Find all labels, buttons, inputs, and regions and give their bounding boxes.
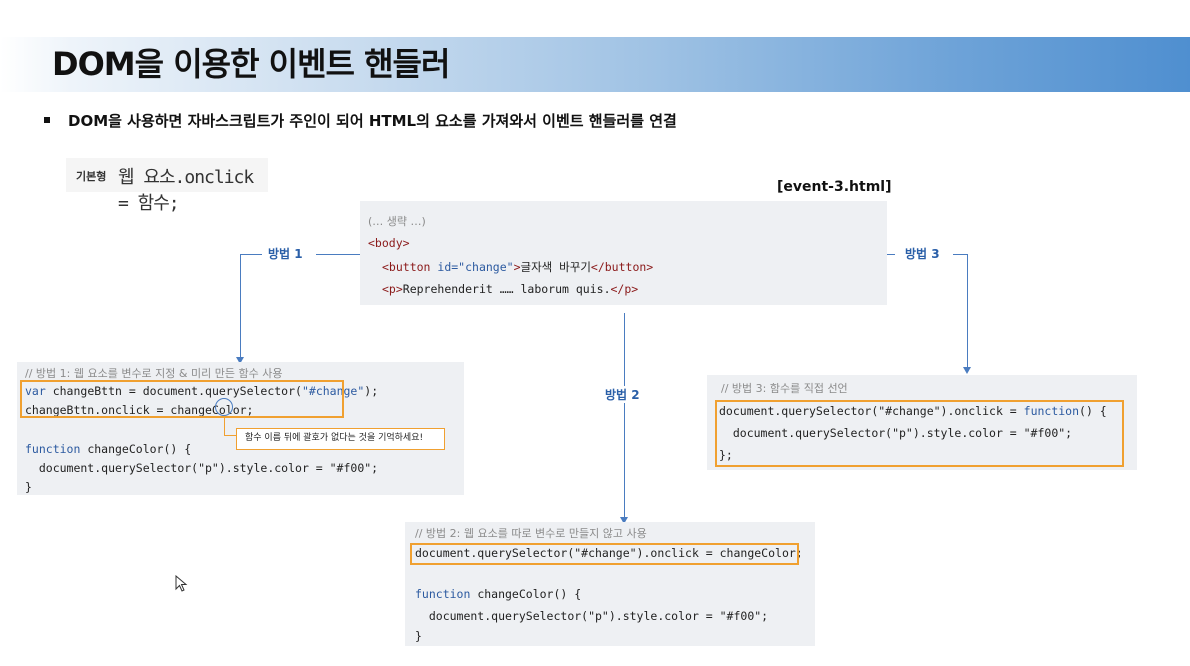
connector-m3-horizontal-left bbox=[887, 254, 895, 255]
note-connector bbox=[224, 416, 225, 435]
connector-m1-vertical bbox=[240, 254, 241, 358]
method-3-label: 방법 3 bbox=[905, 247, 940, 261]
code-line: document.querySelector("p").style.color … bbox=[25, 461, 379, 475]
method-3-comment: // 방법 3: 함수를 직접 선언 bbox=[721, 382, 848, 395]
html-code-line: <p>Reprehenderit …… laborum quis.</p> bbox=[382, 282, 639, 296]
html-code-line: <button id="change">글자색 바꾸기</button> bbox=[382, 260, 654, 274]
code-line: document.querySelector("p").style.color … bbox=[415, 609, 769, 623]
bullet-icon bbox=[44, 116, 50, 123]
connector-m1-horizontal-left bbox=[240, 254, 262, 255]
basic-form-code: 웹 요소.onclick = 함수; bbox=[118, 167, 254, 214]
method-2-comment: // 방법 2: 웹 요소를 따로 변수로 만들지 않고 사용 bbox=[415, 527, 647, 540]
method-3-highlight bbox=[715, 400, 1124, 467]
bullet-label: DOM을 사용하면 자바스크립트가 주인이 되어 HTML의 요소를 가져와서 … bbox=[68, 112, 677, 130]
code-line: } bbox=[25, 480, 32, 494]
connector-m1-horizontal-right bbox=[316, 254, 360, 255]
connector-m2-vertical bbox=[624, 313, 625, 518]
file-label: [event-3.html] bbox=[777, 179, 892, 195]
bullet-text: DOM을 사용하면 자바스크립트가 주인이 되어 HTML의 요소를 가져와서 … bbox=[44, 110, 677, 131]
method-2-label: 방법 2 bbox=[603, 386, 642, 403]
connector-m3-horizontal-right bbox=[953, 254, 967, 255]
note-box: 함수 이름 뒤에 괄호가 없다는 것을 기억하세요! bbox=[236, 428, 445, 450]
method-2-code-box: // 방법 2: 웹 요소를 따로 변수로 만들지 않고 사용 document… bbox=[405, 522, 815, 646]
code-line: function changeColor() { bbox=[25, 442, 192, 456]
basic-form-box: 기본형 웹 요소.onclick = 함수; bbox=[66, 158, 268, 214]
method-1-highlight bbox=[20, 380, 344, 418]
html-code-line: (… 생략 …) bbox=[368, 215, 426, 228]
note-connector-h bbox=[224, 435, 236, 436]
html-code-box: (… 생략 …) <body> <button id="change">글자색 … bbox=[360, 201, 887, 305]
arrow-m3 bbox=[963, 367, 971, 374]
slide-title: DOM을 이용한 이벤트 핸들러 bbox=[52, 45, 450, 83]
method-1-label: 방법 1 bbox=[268, 247, 303, 261]
method-2-highlight bbox=[410, 543, 799, 565]
code-line: } bbox=[415, 629, 422, 643]
code-line: function changeColor() { bbox=[415, 587, 582, 601]
html-code-line: <body> bbox=[368, 236, 410, 250]
basic-form-tag: 기본형 bbox=[76, 170, 107, 183]
semicolon-circle bbox=[215, 398, 233, 416]
mouse-cursor-icon bbox=[175, 575, 188, 592]
connector-m3-vertical bbox=[967, 254, 968, 367]
method-1-comment: // 방법 1: 웹 요소를 변수로 지정 & 미리 만든 함수 사용 bbox=[25, 367, 283, 380]
